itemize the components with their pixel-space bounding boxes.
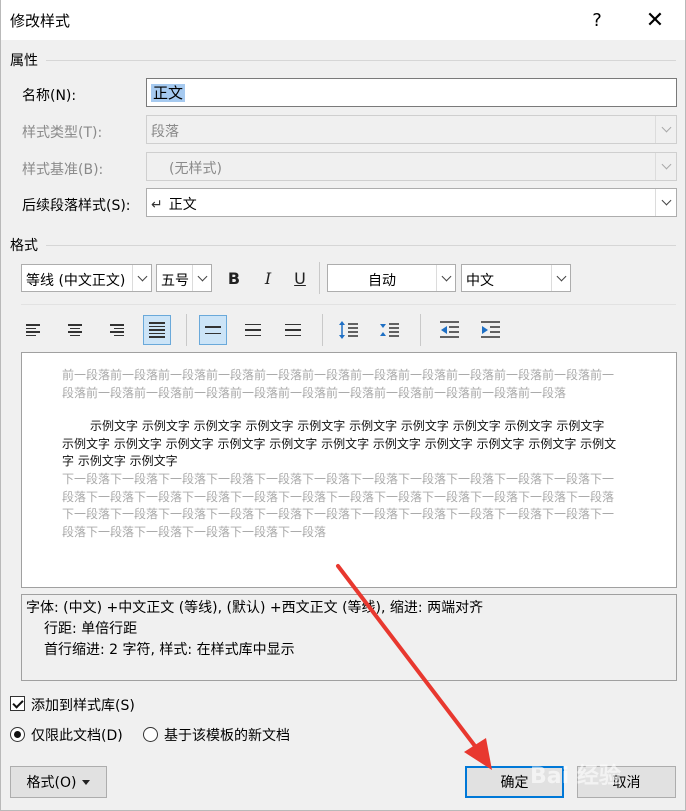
- name-input-value: 正文: [151, 84, 186, 102]
- paragraph-mark-icon: ↵: [151, 197, 163, 213]
- add-to-gallery-checkbox[interactable]: [10, 696, 25, 711]
- single-spacing-icon: [205, 326, 221, 334]
- align-right-button[interactable]: [102, 315, 130, 345]
- toolbar-separator: [319, 262, 320, 294]
- align-center-button[interactable]: [61, 315, 89, 345]
- next-style-select[interactable]: ↵ 正文: [146, 188, 677, 217]
- preview-previous-paragraph: 前一段落前一段落前一段落前一段落前一段落前一段落前一段落前一段落前一段落前一段落…: [62, 368, 615, 400]
- help-button[interactable]: ?: [574, 0, 620, 40]
- only-this-document-radio[interactable]: [10, 727, 25, 742]
- style-base-label: 样式基准(B):: [22, 162, 104, 178]
- justify-button[interactable]: [143, 315, 171, 345]
- one-half-spacing-icon: [245, 323, 261, 337]
- title-bar: 修改样式 ? ✕: [0, 0, 686, 40]
- toolbar-separator: [186, 314, 187, 346]
- chevron-down-icon: [192, 265, 211, 291]
- align-left-icon: [26, 324, 42, 336]
- bold-button[interactable]: B: [221, 264, 247, 292]
- double-spacing-button[interactable]: [279, 315, 307, 345]
- one-half-spacing-button[interactable]: [239, 315, 267, 345]
- watermark: Bai 经验: [530, 764, 621, 789]
- decrease-spacing-icon: [380, 323, 399, 337]
- chevron-down-icon: [436, 265, 455, 291]
- increase-indent-button[interactable]: [476, 315, 504, 345]
- new-documents-template-radio[interactable]: [143, 727, 158, 742]
- font-size-value: 五号: [161, 273, 189, 289]
- double-spacing-icon: [285, 323, 301, 337]
- increase-spacing-icon: [339, 321, 358, 339]
- font-size-select[interactable]: 五号: [156, 264, 212, 292]
- italic-button[interactable]: I: [255, 264, 281, 292]
- align-left-button[interactable]: [20, 315, 48, 345]
- description-line: 行距: 单倍行距: [44, 621, 138, 637]
- next-style-value: ↵ 正文: [151, 197, 197, 213]
- dialog-title: 修改样式: [10, 12, 71, 30]
- style-base-select: (无样式): [146, 152, 677, 181]
- decrease-indent-icon: [440, 321, 459, 338]
- format-menu-button[interactable]: 格式(O): [10, 766, 107, 798]
- font-color-select[interactable]: 自动: [327, 264, 456, 292]
- increase-indent-icon: [481, 321, 500, 338]
- toolbar-separator: [322, 314, 323, 346]
- section-divider: [46, 245, 676, 246]
- section-divider: [46, 60, 676, 61]
- caret-down-icon: [82, 779, 91, 785]
- align-center-icon: [67, 324, 83, 336]
- description-line: 字体: (中文) +中文正文 (等线), (默认) +西文正文 (等线), 缩进…: [26, 600, 484, 616]
- add-to-gallery-label[interactable]: 添加到样式库(S): [31, 695, 135, 715]
- close-button[interactable]: ✕: [632, 0, 678, 40]
- preview-sample-text: 示例文字 示例文字 示例文字 示例文字 示例文字 示例文字 示例文字 示例文字 …: [62, 419, 617, 468]
- style-type-select: 段落: [146, 115, 677, 144]
- format-menu-label: 格式(O): [26, 775, 77, 791]
- format-section-title: 格式: [10, 238, 38, 254]
- properties-section-title: 属性: [10, 53, 38, 69]
- script-value: 中文: [466, 273, 494, 289]
- toolbar-divider: [21, 304, 676, 305]
- style-base-value: (无样式): [169, 161, 222, 177]
- justify-icon: [149, 322, 165, 338]
- preview-next-paragraph: 下一段落下一段落下一段落下一段落下一段落下一段落下一段落下一段落下一段落下一段落…: [62, 472, 615, 539]
- font-value: 等线 (中文正文): [26, 273, 126, 289]
- font-color-value: 自动: [368, 273, 396, 289]
- style-preview: 前一段落前一段落前一段落前一段落前一段落前一段落前一段落前一段落前一段落前一段落…: [21, 352, 677, 588]
- style-type-label: 样式类型(T):: [22, 125, 103, 141]
- single-spacing-button[interactable]: [199, 315, 227, 345]
- name-label: 名称(N):: [22, 88, 77, 104]
- description-line: 首行缩进: 2 字符, 样式: 在样式库中显示: [44, 642, 295, 658]
- chevron-down-icon: [655, 153, 676, 180]
- decrease-indent-button[interactable]: [435, 315, 463, 345]
- toolbar-separator: [420, 314, 421, 346]
- increase-paragraph-spacing-button[interactable]: [334, 315, 362, 345]
- script-select[interactable]: 中文: [461, 264, 571, 292]
- new-documents-template-label[interactable]: 基于该模板的新文档: [164, 725, 290, 745]
- font-select[interactable]: 等线 (中文正文): [21, 264, 152, 292]
- next-style-label: 后续段落样式(S):: [22, 198, 131, 214]
- chevron-down-icon: [551, 265, 570, 291]
- name-input[interactable]: 正文: [146, 78, 677, 107]
- style-type-value: 段落: [151, 124, 179, 140]
- style-description: 字体: (中文) +中文正文 (等线), (默认) +西文正文 (等线), 缩进…: [21, 594, 677, 681]
- align-right-icon: [108, 324, 124, 336]
- chevron-down-icon: [655, 116, 676, 143]
- underline-button[interactable]: U: [287, 264, 313, 292]
- window-border: [0, 0, 1, 811]
- only-this-document-label[interactable]: 仅限此文档(D): [31, 725, 123, 745]
- chevron-down-icon: [132, 265, 151, 291]
- chevron-down-icon: [655, 189, 676, 216]
- decrease-paragraph-spacing-button[interactable]: [375, 315, 403, 345]
